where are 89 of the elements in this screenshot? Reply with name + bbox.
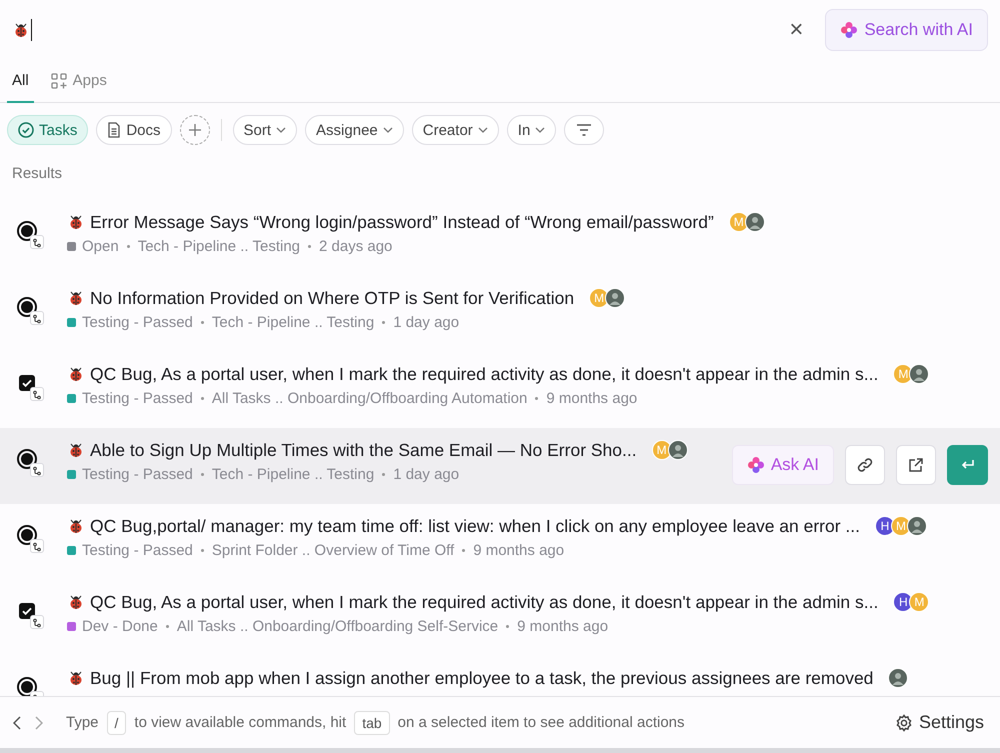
hint-text: Type xyxy=(66,714,99,731)
subtask-icon xyxy=(30,235,44,249)
task-title: QC Bug,portal/ manager: my team time off: list view: when I click on any employee leave an error ... xyxy=(90,516,860,536)
section-label: Results xyxy=(11,164,64,184)
plus-icon xyxy=(188,123,202,137)
time-label: 1 day ago xyxy=(393,466,460,483)
chevron-right-icon xyxy=(35,716,43,730)
task-title: QC Bug, As a portal user, when I mark the required activity as done, it doesn't appear in the admin s... xyxy=(90,364,878,384)
external-link-icon xyxy=(908,457,924,473)
status-label: Testing - Passed xyxy=(82,390,193,407)
key-hint: tab xyxy=(354,710,390,734)
settings-icon xyxy=(894,714,913,732)
chevron-left-icon xyxy=(13,716,21,730)
task-title: Able to Sign Up Multiple Times with the Same Email — No Error Sho... xyxy=(90,440,637,460)
key-hint: / xyxy=(106,710,126,734)
task-title: Error Message Says “Wrong login/password” Instead of “Wrong email/password” xyxy=(90,212,714,232)
task-title: QC Bug, As a portal user, when I mark the required activity as done, it doesn't appear in the admin s... xyxy=(90,592,878,612)
time-label: 9 months ago xyxy=(517,618,608,635)
caret-icon xyxy=(276,127,286,133)
subtask-icon xyxy=(30,311,44,325)
filter-chip[interactable]: Docs xyxy=(96,115,172,145)
hint-text: on a selected item to see additional actions xyxy=(398,714,685,731)
avatar: M xyxy=(589,288,610,308)
open-new-tab-button[interactable] xyxy=(896,445,936,485)
time-label: 2 days ago xyxy=(319,238,392,255)
flower-icon xyxy=(840,21,858,39)
status-label: Dev - Done xyxy=(82,618,158,635)
tab[interactable]: All xyxy=(7,60,34,103)
filter-button[interactable] xyxy=(564,115,604,145)
result-row[interactable]: QC Bug,portal/ manager: my team time off: list view: when I click on any employee leave an error ... H M Testing - Passed Sprint Folder .. Overview of Time Off 9 months ago xyxy=(0,504,1000,580)
time-label: 9 months ago xyxy=(546,390,638,407)
location-path: All Tasks .. Onboarding/Offboarding Automation xyxy=(212,390,528,407)
settings-button[interactable]: Settings xyxy=(888,712,990,733)
avatar: M xyxy=(893,364,914,384)
enter-button[interactable] xyxy=(947,445,988,485)
status-label: Open xyxy=(82,238,119,255)
avatar-icon xyxy=(668,440,688,460)
avatar: H xyxy=(893,592,914,612)
avatar-icon xyxy=(907,516,928,536)
avatar: H xyxy=(875,516,896,536)
document-icon xyxy=(107,122,122,138)
dropdown-button[interactable]: Assignee xyxy=(305,115,404,145)
avatar-icon xyxy=(888,668,908,688)
link-icon xyxy=(856,456,874,474)
avatar-icon xyxy=(605,288,626,308)
subtask-icon xyxy=(30,615,44,629)
add-filter-button[interactable] xyxy=(180,115,210,145)
filter-icon xyxy=(576,124,592,136)
filter-chip[interactable]: Tasks xyxy=(7,115,88,145)
ask-ai-button[interactable]: Ask AI xyxy=(732,445,834,485)
caret-icon xyxy=(478,127,488,133)
status-label: Testing - Passed xyxy=(82,466,193,483)
location-path: Tech - Pipeline .. Testing xyxy=(138,238,300,255)
avatar: M xyxy=(652,440,672,460)
subtask-icon xyxy=(30,539,44,553)
caret-icon xyxy=(382,127,393,133)
caret-icon xyxy=(535,127,546,133)
check-circle-icon xyxy=(18,122,34,138)
search-with-ai-button[interactable]: Search with AI xyxy=(825,9,988,51)
hint-text: to view available commands, hit xyxy=(134,714,346,731)
result-row[interactable]: Error Message Says “Wrong login/password” Instead of “Wrong email/password” M Open Tech - Pipeline .. Testing 2 days ago xyxy=(0,200,1000,276)
location-path: All Tasks .. Onboarding/Offboarding Self-Service xyxy=(176,618,498,635)
dropdown-button[interactable]: Sort xyxy=(232,115,298,145)
result-row[interactable]: QC Bug, As a portal user, when I mark the required activity as done, it doesn't appear in the admin s... M Testing - Passed All Tasks .. Onboarding/Offboarding Automation 9 months ago xyxy=(0,352,1000,428)
avatar: M xyxy=(891,516,912,536)
time-label: 1 day ago xyxy=(393,314,460,331)
location-path: Tech - Pipeline .. Testing xyxy=(212,314,374,331)
status-label: Testing - Passed xyxy=(82,314,193,331)
task-title: No Information Provided on Where OTP is Sent for Verification xyxy=(90,288,574,308)
flower-icon xyxy=(746,456,765,474)
time-label: 9 months ago xyxy=(473,542,564,559)
result-row[interactable]: No Information Provided on Where OTP is Sent for Verification M Testing - Passed Tech - Pipeline .. Testing 1 day ago xyxy=(0,276,1000,352)
dropdown-button[interactable]: In xyxy=(506,115,556,145)
avatar-icon xyxy=(744,212,765,232)
status-label: Testing - Passed xyxy=(82,542,193,559)
avatar-icon xyxy=(909,364,930,384)
avatar: M xyxy=(728,212,749,232)
clear-button[interactable]: × xyxy=(783,18,810,42)
location-path: Sprint Folder .. Overview of Time Off xyxy=(212,542,454,559)
avatar: M xyxy=(909,592,930,612)
result-row[interactable]: QC Bug, As a portal user, when I mark the required activity as done, it doesn't appear in the admin s... H M Dev - Done All Tasks .. Onboarding/Offboarding Self-Service 9 months ago xyxy=(0,580,1000,656)
copy-link-button[interactable] xyxy=(845,445,885,485)
result-row[interactable]: Able to Sign Up Multiple Times with the Same Email — No Error Sho... M Testing - Passed Tech - Pipeline .. Testing 1 day ago Ask AI xyxy=(0,428,1000,504)
dropdown-button[interactable]: Creator xyxy=(412,115,499,145)
subtask-icon xyxy=(30,463,44,477)
apps-icon xyxy=(50,72,67,88)
location-path: Tech - Pipeline .. Testing xyxy=(212,466,374,483)
task-title: Bug || From mob app when I assign another employee to a task, the previous assignees are removed xyxy=(90,668,874,688)
subtask-icon xyxy=(30,387,44,401)
